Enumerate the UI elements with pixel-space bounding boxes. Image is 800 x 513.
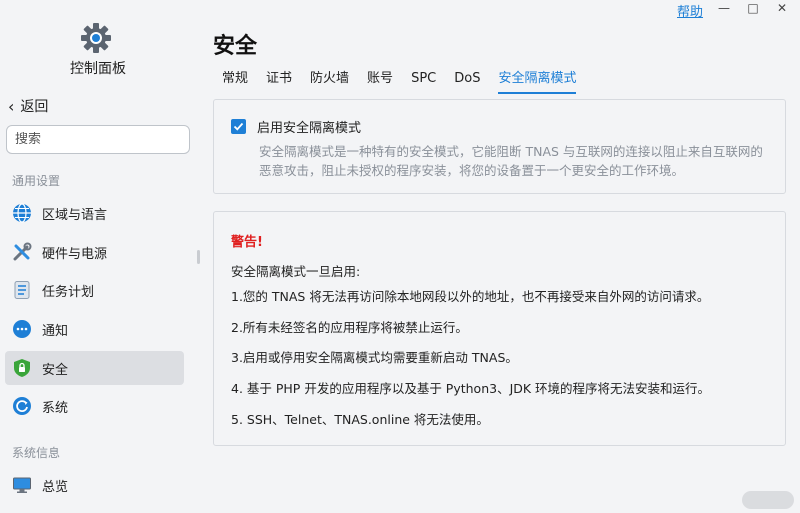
sidebar-item-security[interactable]: 安全 xyxy=(5,351,184,385)
warning-card: 警告! 安全隔离模式一旦启用: 1.您的 TNAS 将无法再访问除本地网段以外的… xyxy=(213,211,786,446)
shield-icon xyxy=(14,359,30,377)
globe-icon xyxy=(13,203,31,223)
tab-firewall[interactable]: 防火墙 xyxy=(301,70,358,94)
sidebar-item-hardware-power[interactable]: 硬件与电源 xyxy=(5,235,184,269)
check-icon xyxy=(233,122,244,131)
help-link[interactable]: 帮助 xyxy=(677,1,703,20)
page-title: 安全 xyxy=(213,34,258,59)
sidebar-item-label: 硬件与电源 xyxy=(42,246,108,262)
tab-certificate[interactable]: 证书 xyxy=(257,70,301,94)
task-icon xyxy=(14,281,30,299)
section-info-label: 系统信息 xyxy=(12,446,61,460)
sidebar-item-label: 任务计划 xyxy=(42,284,95,300)
tools-icon xyxy=(13,242,32,261)
app-title: 控制面板 xyxy=(70,61,126,77)
sidebar-item-overview[interactable]: 总览 xyxy=(5,468,184,502)
monitor-icon xyxy=(13,477,31,493)
sidebar-item-task-schedule[interactable]: 任务计划 xyxy=(5,273,184,307)
sidebar-item-label: 总览 xyxy=(42,479,69,495)
tab-general[interactable]: 常规 xyxy=(213,70,257,94)
sidebar-item-label: 区域与语言 xyxy=(42,207,108,223)
chat-icon xyxy=(13,320,31,338)
warning-item: 5. SSH、Telnet、TNAS.online 将无法使用。 xyxy=(231,412,489,427)
warning-item: 3.启用或停用安全隔离模式均需要重新启动 TNAS。 xyxy=(231,350,518,365)
sidebar-scrollbar[interactable] xyxy=(197,250,200,264)
warning-item: 2.所有未经签名的应用程序将被禁止运行。 xyxy=(231,320,468,335)
search-input[interactable] xyxy=(15,132,185,147)
warning-intro: 安全隔离模式一旦启用: xyxy=(231,264,361,279)
chevron-left-icon: ‹ xyxy=(8,96,15,116)
warning-item: 1.您的 TNAS 将无法再访问除本地网段以外的地址，也不再接受来自外网的访问请… xyxy=(231,289,710,304)
minimize-button[interactable]: — xyxy=(714,0,734,16)
section-general-label: 通用设置 xyxy=(12,174,61,188)
sidebar-item-label: 通知 xyxy=(42,323,69,339)
isolation-checkbox-label: 启用安全隔离模式 xyxy=(257,121,362,136)
isolation-toggle-row: 启用安全隔离模式 xyxy=(231,117,361,136)
sidebar-item-notification[interactable]: 通知 xyxy=(5,312,184,346)
tab-spc[interactable]: SPC xyxy=(402,70,445,94)
sidebar-item-label: 安全 xyxy=(42,362,69,378)
maximize-button[interactable]: □ xyxy=(743,0,763,16)
warning-title: 警告! xyxy=(231,235,263,250)
back-button[interactable]: ‹ 返回 xyxy=(8,96,48,116)
back-label: 返回 xyxy=(20,99,49,115)
tab-account[interactable]: 账号 xyxy=(358,70,402,94)
tab-bar: 常规 证书 防火墙 账号 SPC DoS 安全隔离模式 xyxy=(213,70,585,94)
isolation-settings-card: 启用安全隔离模式 安全隔离模式是一种特有的安全模式，它能阻断 TNAS 与互联网… xyxy=(213,99,786,194)
warning-item: 4. 基于 PHP 开发的应用程序以及基于 Python3、JDK 环境的程序将… xyxy=(231,381,711,396)
tab-dos[interactable]: DoS xyxy=(445,70,489,94)
close-button[interactable]: ✕ xyxy=(772,0,792,16)
sidebar: 控制面板 ‹ 返回 通用设置 区域与语言 硬件与电源 xyxy=(0,0,196,513)
watermark-logo xyxy=(742,491,794,509)
sidebar-item-region-language[interactable]: 区域与语言 xyxy=(5,196,184,230)
gear-icon xyxy=(81,23,111,53)
isolation-checkbox[interactable] xyxy=(231,119,246,134)
isolation-description: 安全隔离模式是一种特有的安全模式，它能阻断 TNAS 与互联网的连接以阻止来自互… xyxy=(259,144,763,178)
tab-isolation-mode[interactable]: 安全隔离模式 xyxy=(489,70,585,94)
sidebar-item-label: 系统 xyxy=(42,400,69,416)
system-icon xyxy=(13,397,31,415)
sidebar-item-system[interactable]: 系统 xyxy=(5,389,184,423)
search-box xyxy=(6,125,190,154)
